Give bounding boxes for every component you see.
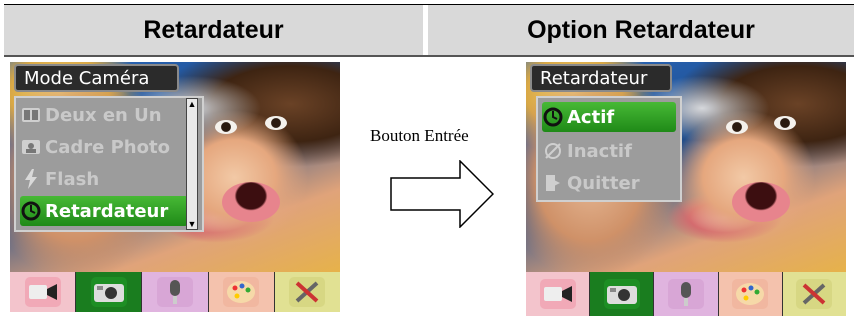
menu-item-label: Cadre Photo	[45, 136, 170, 158]
camera-mode-tab[interactable]	[76, 272, 143, 312]
camera-icon	[90, 277, 127, 307]
mode-tab-bar	[526, 272, 846, 316]
photo-mouth	[222, 182, 280, 222]
header-cell-right: Option Retardateur	[428, 5, 854, 55]
tools-icon	[796, 279, 833, 309]
menu-scrollbar[interactable]: ▲ ▼	[186, 98, 198, 230]
palette-icon	[732, 279, 769, 309]
menu-item-label: Retardateur	[45, 200, 169, 222]
left-title: Retardateur	[143, 15, 284, 44]
scroll-up-icon[interactable]: ▲	[187, 99, 197, 109]
photo-mouth	[732, 182, 790, 222]
mode-tab-bar	[10, 272, 340, 312]
two-in-one-icon	[20, 104, 42, 126]
exit-icon	[542, 172, 564, 194]
microphone-icon	[157, 277, 193, 307]
camcorder-icon	[539, 279, 576, 309]
menu-item-label: Actif	[567, 106, 615, 128]
video-mode-tab[interactable]	[10, 272, 77, 312]
menu-title: Retardateur	[530, 64, 672, 92]
photo-eye	[726, 120, 748, 134]
menu-title-text: Mode Caméra	[24, 67, 150, 89]
camera-screen-left: Mode Caméra Deux en Un Cadre Photo Flash…	[10, 62, 340, 312]
camera-screen-right: Retardateur Actif Inactif Quitter	[526, 62, 846, 316]
voice-mode-tab[interactable]	[142, 272, 209, 312]
menu-item-deux-en-un[interactable]: Deux en Un	[20, 100, 184, 130]
menu-item-label: Flash	[45, 168, 100, 190]
menu-list: Deux en Un Cadre Photo Flash Retardateur	[14, 96, 204, 232]
menu-title: Mode Caméra	[14, 64, 179, 92]
menu-item-quitter[interactable]: Quitter	[542, 168, 676, 198]
camcorder-icon	[24, 277, 61, 307]
photo-eye	[215, 120, 237, 134]
menu-item-inactif[interactable]: Inactif	[542, 136, 676, 166]
setup-tab[interactable]	[274, 272, 340, 312]
photo-frame-icon	[20, 136, 42, 158]
menu-item-actif[interactable]: Actif	[542, 102, 676, 132]
right-arrow-icon	[390, 160, 494, 228]
microphone-icon	[668, 279, 704, 309]
flash-icon	[20, 168, 42, 190]
photo-eye	[265, 116, 287, 130]
setup-tab[interactable]	[782, 272, 846, 316]
menu-item-label: Inactif	[567, 140, 632, 162]
effects-tab[interactable]	[208, 272, 275, 312]
menu-item-flash[interactable]: Flash	[20, 164, 184, 194]
enter-button-caption: Bouton Entrée	[370, 126, 469, 145]
camera-icon	[603, 279, 640, 309]
effects-tab[interactable]	[718, 272, 783, 316]
self-timer-icon	[542, 106, 564, 128]
voice-mode-tab[interactable]	[654, 272, 719, 316]
camera-mode-tab[interactable]	[590, 272, 655, 316]
menu-item-label: Quitter	[567, 172, 640, 194]
right-title: Option Retardateur	[527, 15, 755, 44]
tools-icon	[289, 277, 326, 307]
menu-title-text: Retardateur	[540, 67, 648, 89]
photo-eye	[774, 116, 796, 130]
menu-item-retardateur[interactable]: Retardateur	[20, 196, 188, 226]
header-cell-left: Retardateur	[4, 5, 423, 55]
scroll-down-icon[interactable]: ▼	[187, 219, 197, 229]
video-mode-tab[interactable]	[526, 272, 591, 316]
menu-item-label: Deux en Un	[45, 104, 162, 126]
timer-off-icon	[542, 140, 564, 162]
palette-icon	[223, 277, 260, 307]
menu-list: Actif Inactif Quitter	[536, 96, 682, 202]
header-bottom-border	[4, 55, 854, 57]
self-timer-icon	[20, 200, 42, 222]
menu-item-cadre-photo[interactable]: Cadre Photo	[20, 132, 184, 162]
